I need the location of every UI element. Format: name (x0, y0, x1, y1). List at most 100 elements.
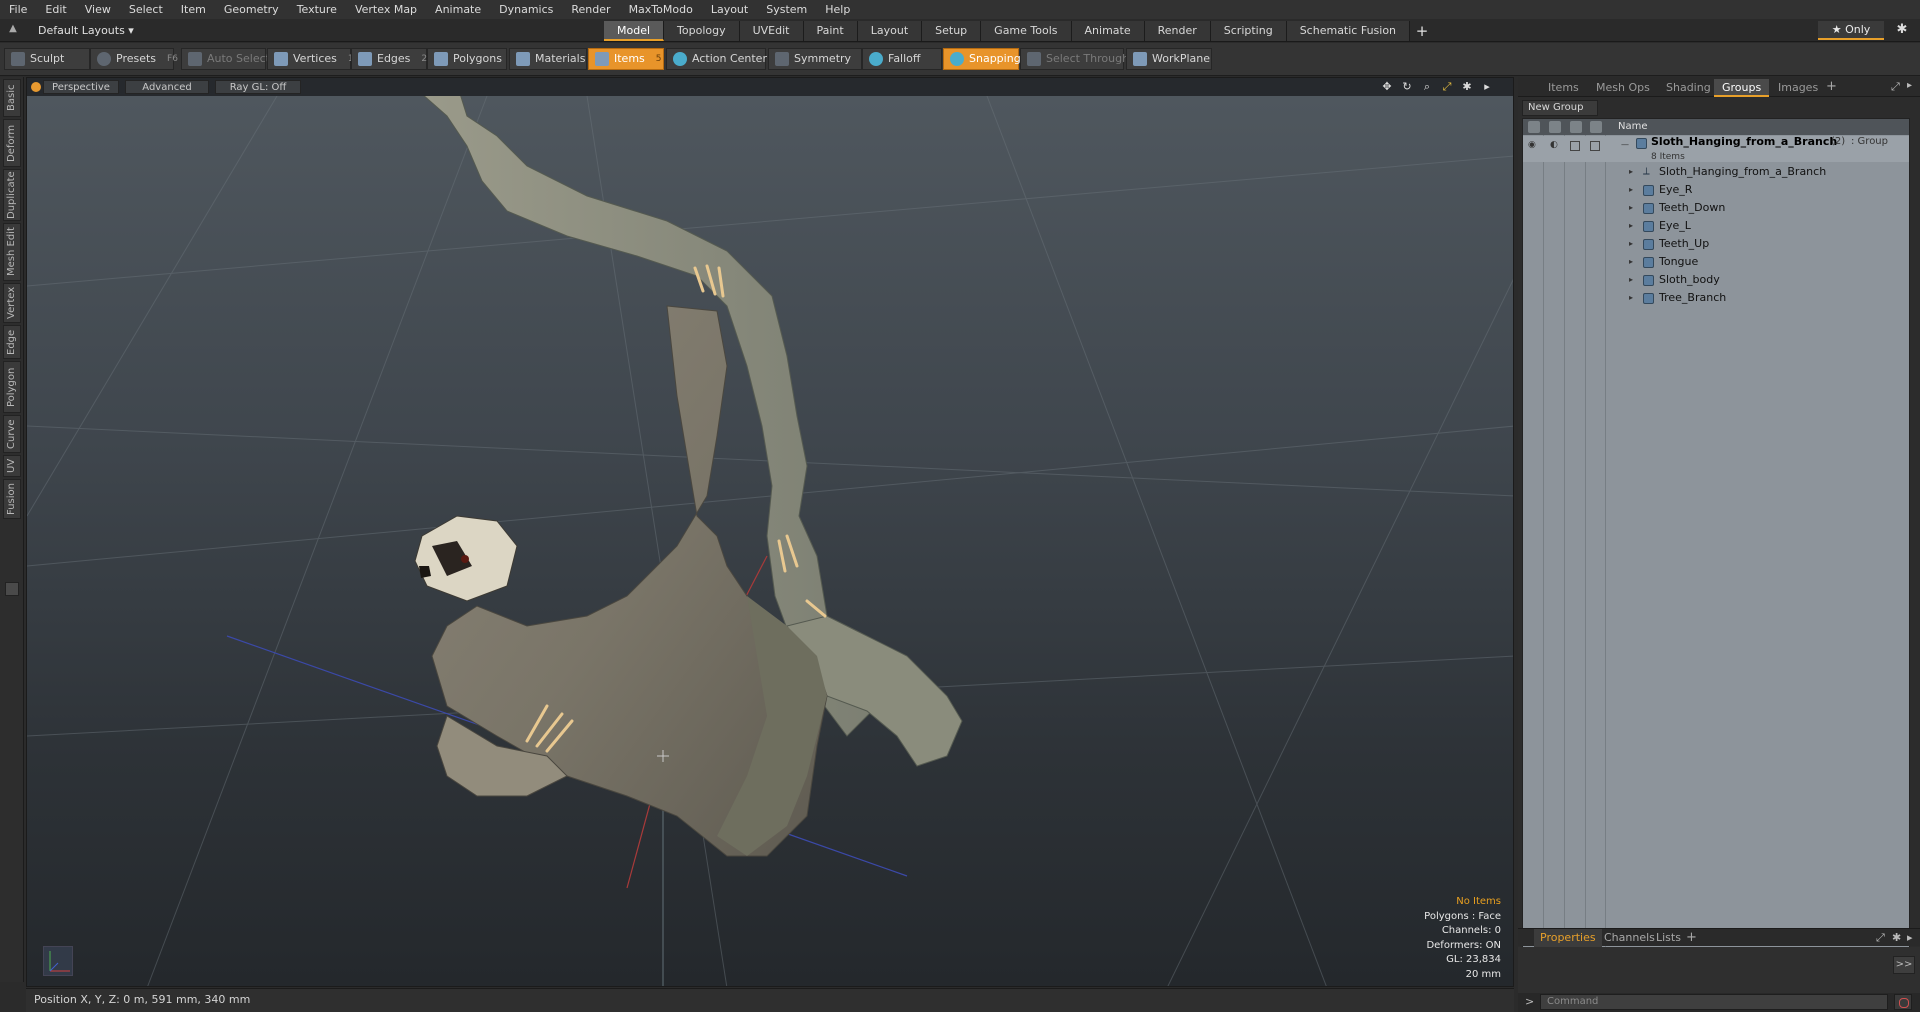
falloff-button[interactable]: Falloff (862, 48, 942, 70)
group-item-row[interactable]: ▸ Teeth_Up (1523, 235, 1909, 253)
menu-render[interactable]: Render (562, 0, 619, 19)
viewport-options-icon[interactable] (31, 82, 41, 92)
panel-tab-images[interactable]: Images (1770, 79, 1826, 97)
default-layouts-dropdown[interactable]: Default Layouts ▾ (32, 22, 140, 39)
viewport-menu-icon[interactable]: ▸ (1479, 79, 1495, 95)
left-tab-polygon[interactable]: Polygon (3, 361, 21, 413)
properties-gear-icon[interactable]: ✱ (1892, 931, 1901, 944)
tab-game-tools[interactable]: Game Tools (981, 21, 1072, 41)
left-tab-vertex[interactable]: Vertex (3, 283, 21, 323)
left-tab-mesh-edit[interactable]: Mesh Edit (3, 223, 21, 281)
new-group-button[interactable]: New Group (1522, 100, 1598, 116)
left-tab-uv[interactable]: UV (3, 455, 21, 477)
menu-geometry[interactable]: Geometry (215, 0, 288, 19)
pan-icon[interactable]: ✥ (1379, 79, 1395, 95)
menu-system[interactable]: System (757, 0, 816, 19)
materials-button[interactable]: Materials (509, 48, 587, 70)
command-input[interactable]: Command (1540, 994, 1888, 1010)
render-icon[interactable]: ◐ (1550, 140, 1560, 150)
menu-edit[interactable]: Edit (36, 0, 75, 19)
menu-animate[interactable]: Animate (426, 0, 490, 19)
properties-menu-icon[interactable]: ▸ (1907, 931, 1913, 944)
fit-view-icon[interactable]: ⤢ (1439, 79, 1455, 95)
action-center-button[interactable]: Action Center (666, 48, 767, 70)
zoom-icon[interactable]: ⌕ (1419, 79, 1435, 95)
expand-item-icon[interactable]: ▸ (1629, 163, 1633, 181)
more-button[interactable]: >> (1893, 956, 1915, 974)
viewport-settings-icon[interactable]: ✱ (1459, 79, 1475, 95)
collapse-toolbar-icon[interactable]: ▲ (6, 23, 20, 37)
record-macro-icon[interactable] (1894, 994, 1912, 1010)
perspective-dropdown[interactable]: Perspective (43, 80, 119, 94)
expand-properties-icon[interactable]: ⤢ (1876, 931, 1885, 945)
bottom-tab-properties[interactable]: Properties (1534, 929, 1602, 947)
panel-tab-items[interactable]: Items (1540, 79, 1587, 97)
vertices-button[interactable]: Vertices 1 (267, 48, 354, 70)
add-properties-tab-icon[interactable]: + (1686, 929, 1697, 947)
left-tab-fusion[interactable]: Fusion (3, 479, 21, 519)
auto-select-button[interactable]: Auto Select (181, 48, 270, 70)
ray-gl-toggle[interactable]: Ray GL: Off (215, 80, 301, 94)
expand-item-icon[interactable]: ▸ (1629, 235, 1633, 253)
left-tab-deform[interactable]: Deform (3, 119, 21, 167)
panel-menu-icon[interactable]: ▸ (1907, 80, 1912, 91)
left-tab-curve[interactable]: Curve (3, 415, 21, 453)
panel-tab-groups[interactable]: Groups (1714, 79, 1770, 97)
menu-file[interactable]: File (0, 0, 36, 19)
tab-render[interactable]: Render (1144, 21, 1211, 41)
sculpt-button[interactable]: Sculpt (4, 48, 90, 70)
panel-tab-mesh-ops[interactable]: Mesh Ops (1588, 79, 1658, 97)
lock-checkbox[interactable] (1570, 141, 1580, 151)
tab-scripting[interactable]: Scripting (1210, 21, 1287, 41)
polygons-button[interactable]: Polygons (427, 48, 507, 70)
menu-texture[interactable]: Texture (288, 0, 346, 19)
rotate-icon[interactable]: ↻ (1399, 79, 1415, 95)
expand-item-icon[interactable]: ▸ (1629, 271, 1633, 289)
workplane-button[interactable]: WorkPlane (1126, 48, 1212, 70)
tab-layout[interactable]: Layout (857, 21, 923, 41)
eye-icon[interactable]: ◉ (1528, 140, 1538, 150)
menu-select[interactable]: Select (120, 0, 172, 19)
symmetry-button[interactable]: Symmetry (768, 48, 862, 70)
group-item-row[interactable]: ▸ Sloth_body (1523, 271, 1909, 289)
edges-button[interactable]: Edges 2 (351, 48, 427, 70)
expand-item-icon[interactable]: ▸ (1629, 181, 1633, 199)
snapping-button[interactable]: Snapping (943, 48, 1021, 70)
group-item-row[interactable]: ▸ Tree_Branch (1523, 289, 1909, 307)
tab-animate[interactable]: Animate (1071, 21, 1145, 41)
shading-mode-dropdown[interactable]: Advanced (125, 80, 209, 94)
left-tab-basic[interactable]: Basic (3, 79, 21, 117)
groups-list[interactable]: Name ◉ ◐ — Sloth_Hanging_from_a_Branch (… (1522, 118, 1910, 958)
left-tab-duplicate[interactable]: Duplicate (3, 169, 21, 221)
group-item-row[interactable]: ▸ Eye_L (1523, 217, 1909, 235)
tab-topology[interactable]: Topology (664, 21, 740, 41)
tab-schematic-fusion[interactable]: Schematic Fusion (1286, 21, 1411, 41)
panel-tab-shading[interactable]: Shading (1658, 79, 1719, 97)
select-through-button[interactable]: Select Through (1020, 48, 1129, 70)
menu-layout[interactable]: Layout (702, 0, 757, 19)
gear-icon[interactable]: ✱ (1893, 22, 1911, 38)
tab-setup[interactable]: Setup (922, 21, 982, 41)
items-button[interactable]: Items 5 (588, 48, 664, 70)
bottom-tab-lists[interactable]: Lists (1650, 929, 1687, 947)
scene-render[interactable] (27, 96, 1514, 987)
expand-panel-icon[interactable]: ⤢ (1891, 80, 1900, 94)
menu-dynamics[interactable]: Dynamics (490, 0, 562, 19)
collapse-group-icon[interactable]: — (1621, 136, 1629, 154)
only-toggle[interactable]: ★ Only (1818, 21, 1884, 40)
menu-item[interactable]: Item (172, 0, 215, 19)
expand-item-icon[interactable]: ▸ (1629, 289, 1633, 307)
select-checkbox[interactable] (1590, 141, 1600, 151)
menu-maxtomodo[interactable]: MaxToModo (620, 0, 702, 19)
group-item-row[interactable]: ▸ Teeth_Down (1523, 199, 1909, 217)
presets-button[interactable]: Presets F6 (90, 48, 178, 70)
expand-item-icon[interactable]: ▸ (1629, 253, 1633, 271)
menu-view[interactable]: View (76, 0, 120, 19)
group-item-row[interactable]: ▸ Tongue (1523, 253, 1909, 271)
group-item-row[interactable]: ▸ ⟂ Sloth_Hanging_from_a_Branch (1523, 163, 1909, 181)
expand-item-icon[interactable]: ▸ (1629, 217, 1633, 235)
group-row[interactable]: ◉ ◐ — Sloth_Hanging_from_a_Branch (2) : … (1523, 135, 1909, 162)
3d-viewport[interactable]: Perspective Advanced Ray GL: Off ✥ ↻ ⌕ ⤢… (26, 77, 1514, 987)
group-item-row[interactable]: ▸ Eye_R (1523, 181, 1909, 199)
add-layout-tab-icon[interactable]: + (1410, 21, 1434, 41)
